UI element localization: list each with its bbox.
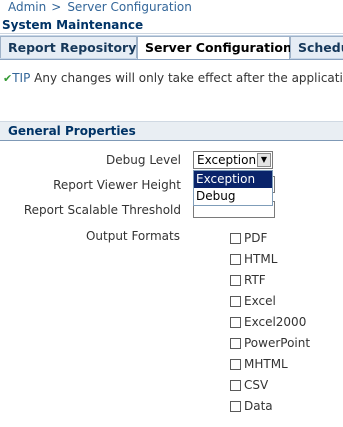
checkbox-label: PowerPoint (244, 336, 311, 350)
checkbox-label: Excel2000 (244, 315, 307, 329)
checkbox[interactable] (230, 317, 241, 328)
checkbox[interactable] (230, 401, 241, 412)
tab-scheduler[interactable]: Schedu (290, 36, 343, 58)
chevron-down-icon[interactable]: ▼ (257, 153, 271, 167)
section-title: General Properties (8, 124, 136, 138)
checkbox[interactable] (230, 359, 241, 370)
checkbox[interactable] (230, 275, 241, 286)
checkbox[interactable] (230, 254, 241, 265)
checkbox[interactable] (230, 338, 241, 349)
general-properties-header: General Properties (0, 121, 343, 141)
checkmark-icon: ✔ (3, 72, 13, 85)
checkbox[interactable] (230, 380, 241, 391)
debug-level-option-debug[interactable]: Debug (194, 188, 272, 205)
debug-level-label: Debug Level (106, 153, 181, 167)
page-title: System Maintenance (0, 16, 343, 34)
checkbox-label: Data (244, 399, 273, 413)
debug-level-option-exception[interactable]: Exception (194, 171, 272, 188)
system-maintenance-page: Admin > Server Configuration System Mainte… (0, 0, 343, 427)
checkbox-label: RTF (244, 273, 266, 287)
report-scalable-threshold-label: Report Scalable Threshold (23, 203, 181, 217)
output-formats-label: Output Formats (85, 229, 180, 243)
checkbox-label: PDF (244, 231, 268, 245)
report-viewer-height-label: Report Viewer Height (53, 178, 181, 192)
tab-bar: Report Repository Server Configuration S… (0, 35, 343, 60)
checkbox[interactable] (230, 233, 241, 244)
checkbox-label: CSV (244, 378, 269, 392)
breadcrumb-admin-link[interactable]: Admin (8, 0, 46, 14)
checkbox-label: MHTML (244, 357, 288, 371)
checkbox[interactable] (230, 296, 241, 307)
tip-text: Any changes will only take effect after … (34, 71, 343, 85)
tab-report-repository[interactable]: Report Repository (0, 36, 137, 58)
checkbox-label: Excel (244, 294, 276, 308)
debug-level-value: Exception (197, 153, 257, 167)
breadcrumb: Admin > Server Configuration (8, 0, 192, 14)
tip-label: TIP (12, 71, 31, 85)
checkbox-label: HTML (244, 252, 278, 266)
tip-message: ✔TIP Any changes will only take effect a… (3, 71, 343, 85)
tab-server-configuration[interactable]: Server Configuration (137, 36, 292, 59)
breadcrumb-separator: > (51, 0, 62, 14)
debug-level-select[interactable]: Exception ▼ (193, 151, 273, 169)
breadcrumb-current: Server Configuration (67, 0, 192, 14)
debug-level-dropdown-list: Exception Debug (193, 170, 273, 206)
